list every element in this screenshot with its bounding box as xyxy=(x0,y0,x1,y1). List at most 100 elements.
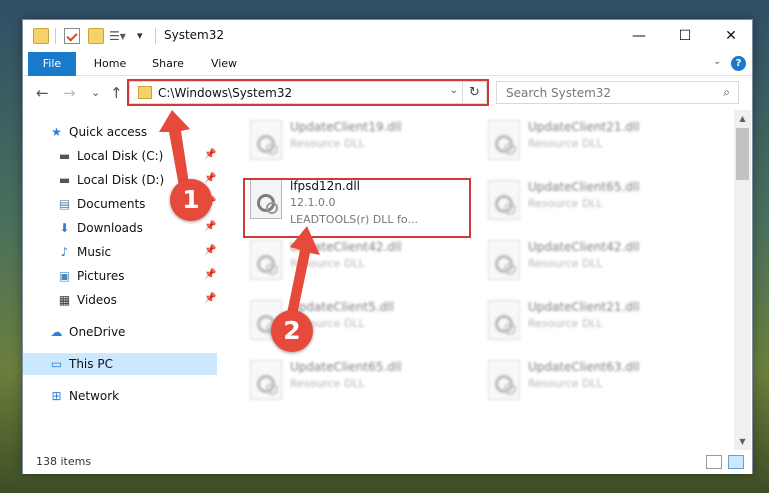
large-icons-view-icon[interactable] xyxy=(728,455,744,469)
step-marker-2: 2 xyxy=(271,310,313,352)
file-name: UpdateClient21.dll xyxy=(528,120,640,134)
pin-icon[interactable]: 📌 xyxy=(204,221,216,232)
file-name: UpdateClient65.dll xyxy=(290,360,402,374)
minimize-button[interactable]: — xyxy=(616,20,662,52)
file-item[interactable]: UpdateClient19.dll Resource DLL xyxy=(244,112,472,166)
sidebar-item-label: This PC xyxy=(69,357,113,371)
expand-ribbon-icon[interactable]: ⌄ xyxy=(713,56,721,67)
help-icon[interactable]: ? xyxy=(731,56,746,71)
sidebar-item-this-pc[interactable]: ▭ This PC xyxy=(23,353,217,375)
sidebar-item-local-disk-c[interactable]: ▬ Local Disk (C:) 📌 xyxy=(23,145,217,167)
file-item[interactable]: UpdateClient42.dll Resource DLL xyxy=(244,232,472,286)
sidebar-item-onedrive[interactable]: ☁ OneDrive xyxy=(23,321,217,343)
file-name: UpdateClient65.dll xyxy=(528,180,640,194)
file-type: Resource DLL xyxy=(528,257,603,270)
scroll-down-arrow-icon[interactable]: ▼ xyxy=(734,433,751,450)
separator xyxy=(55,28,56,44)
sidebar-item-label: Local Disk (D:) xyxy=(77,173,165,187)
pin-icon[interactable]: 📌 xyxy=(204,245,216,256)
file-name: UpdateClient42.dll xyxy=(290,240,402,254)
file-explorer-window: ☰▾ ▾ System32 — ☐ ✕ File Home Share View… xyxy=(22,19,753,474)
file-item[interactable]: UpdateClient65.dll Resource DLL xyxy=(244,352,472,406)
sidebar-item-label: Local Disk (C:) xyxy=(77,149,164,163)
sidebar-item-label: Pictures xyxy=(77,269,125,283)
folder-icon xyxy=(33,28,49,44)
music-icon: ♪ xyxy=(60,245,69,259)
file-type: Resource DLL xyxy=(528,377,603,390)
cloud-icon: ☁ xyxy=(50,325,63,339)
dll-file-icon xyxy=(250,120,282,160)
file-type: Resource DLL xyxy=(290,137,365,150)
properties-icon[interactable] xyxy=(64,28,80,44)
search-box[interactable]: Search System32 ⌕ xyxy=(496,81,739,104)
file-type: Resource DLL xyxy=(528,197,603,210)
file-item[interactable]: UpdateClient63.dll Resource DLL xyxy=(482,352,710,406)
step-marker-1: 1 xyxy=(170,179,212,221)
navigation-pane: ★ Quick access ▬ Local Disk (C:) 📌 ▬ Loc… xyxy=(23,110,220,450)
file-type: Resource DLL xyxy=(528,317,603,330)
forward-button[interactable]: → xyxy=(63,84,76,102)
document-icon: ▤ xyxy=(58,197,71,211)
customize-toolbar-icon[interactable]: ☰▾ xyxy=(109,28,126,44)
sidebar-item-label: OneDrive xyxy=(69,325,126,339)
drive-icon: ▬ xyxy=(58,173,71,187)
scroll-up-arrow-icon[interactable]: ▲ xyxy=(734,110,751,127)
sidebar-item-quick-access[interactable]: ★ Quick access xyxy=(23,121,217,143)
download-icon: ⬇ xyxy=(59,221,70,235)
file-item[interactable]: UpdateClient21.dll Resource DLL xyxy=(482,112,710,166)
file-list: UpdateClient19.dll Resource DLL UpdateCl… xyxy=(220,110,734,450)
title-bar: ☰▾ ▾ System32 — ☐ ✕ xyxy=(23,20,752,52)
scrollbar-thumb[interactable] xyxy=(736,128,749,180)
file-item[interactable]: UpdateClient65.dll Resource DLL xyxy=(482,172,710,226)
close-button[interactable]: ✕ xyxy=(708,20,754,52)
tab-view[interactable]: View xyxy=(199,52,249,76)
computer-icon: ▭ xyxy=(50,357,63,371)
sidebar-item-label: Quick access xyxy=(69,125,148,139)
dll-file-icon xyxy=(488,360,520,400)
sidebar-item-videos[interactable]: ▦ Videos 📌 xyxy=(23,289,217,311)
sidebar-item-label: Videos xyxy=(77,293,117,307)
search-input[interactable]: Search System32 xyxy=(506,86,611,100)
tab-home[interactable]: Home xyxy=(85,52,135,76)
dll-file-icon xyxy=(250,360,282,400)
drive-icon: ▬ xyxy=(58,149,71,163)
videos-icon: ▦ xyxy=(58,293,71,307)
sidebar-item-network[interactable]: ⊞ Network xyxy=(23,385,217,407)
dll-file-icon xyxy=(488,120,520,160)
address-highlight-box xyxy=(127,79,489,106)
recent-locations-button[interactable]: ⌄ xyxy=(91,86,100,99)
dll-file-icon xyxy=(488,300,520,340)
pictures-icon: ▣ xyxy=(58,269,71,283)
dll-file-icon xyxy=(488,180,520,220)
maximize-button[interactable]: ☐ xyxy=(662,20,708,52)
file-item[interactable]: UpdateClient21.dll Resource DLL xyxy=(482,292,710,346)
up-button[interactable]: ↑ xyxy=(110,84,123,102)
dll-file-icon xyxy=(488,240,520,280)
tab-file[interactable]: File xyxy=(28,52,76,76)
sidebar-item-label: Documents xyxy=(77,197,146,211)
pin-icon[interactable]: 📌 xyxy=(204,293,216,304)
sidebar-item-label: Network xyxy=(69,389,120,403)
details-view-icon[interactable] xyxy=(706,455,722,469)
status-bar: 138 items xyxy=(23,450,752,474)
sidebar-item-music[interactable]: ♪ Music 📌 xyxy=(23,241,217,263)
file-name: UpdateClient42.dll xyxy=(528,240,640,254)
star-icon: ★ xyxy=(51,125,62,139)
search-icon[interactable]: ⌕ xyxy=(723,85,730,100)
file-item[interactable]: UpdateClient42.dll Resource DLL xyxy=(482,232,710,286)
sidebar-item-label: Downloads xyxy=(77,221,143,235)
file-highlight-box xyxy=(243,178,471,238)
pin-icon[interactable]: 📌 xyxy=(204,269,216,280)
new-folder-icon[interactable] xyxy=(88,28,104,44)
file-name: UpdateClient5.dll xyxy=(290,300,394,314)
sidebar-item-pictures[interactable]: ▣ Pictures 📌 xyxy=(23,265,217,287)
pin-icon[interactable]: 📌 xyxy=(204,173,216,184)
sidebar-item-label: Music xyxy=(77,245,112,259)
back-button[interactable]: ← xyxy=(36,84,49,102)
pin-icon[interactable]: 📌 xyxy=(204,149,216,160)
quick-access-dropdown-icon[interactable]: ▾ xyxy=(137,28,153,44)
file-name: UpdateClient63.dll xyxy=(528,360,640,374)
tab-share[interactable]: Share xyxy=(143,52,193,76)
navigation-bar: ← → ⌄ ↑ C:\Windows\System32 ⌄ ↻ Search S… xyxy=(23,76,752,110)
vertical-scrollbar[interactable]: ▲ ▼ xyxy=(734,110,751,450)
